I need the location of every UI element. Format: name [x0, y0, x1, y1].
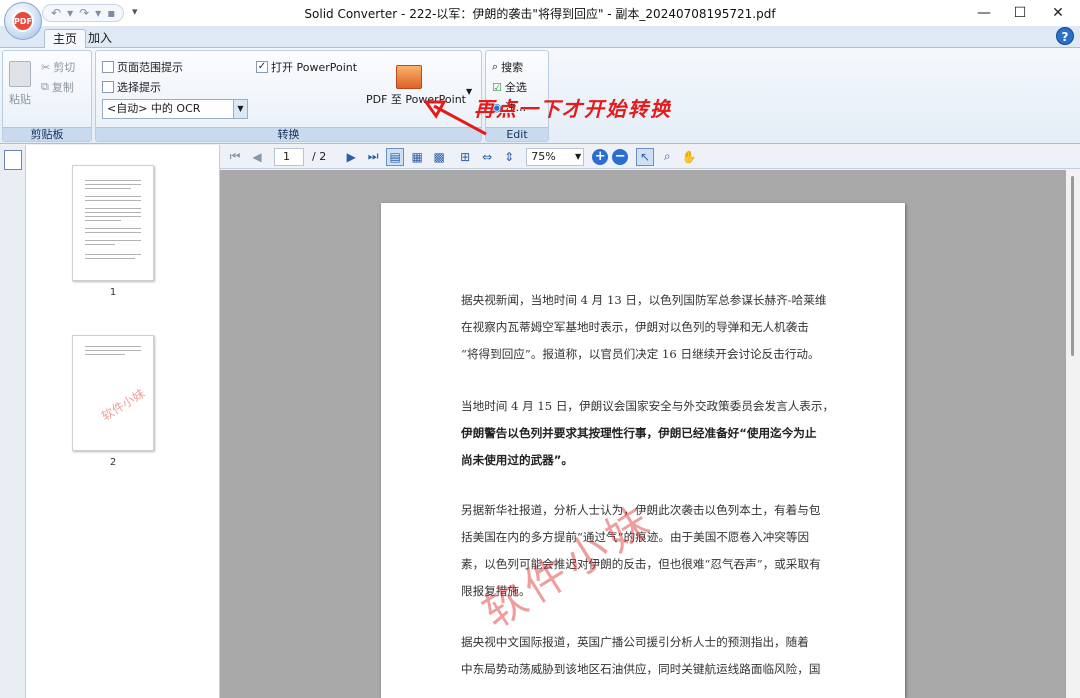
search-label: 搜索	[501, 61, 524, 74]
copy-label: 复制	[51, 81, 74, 94]
next-page-icon[interactable]: ▶	[342, 148, 360, 166]
search-button[interactable]: ⌕ 搜索	[492, 59, 523, 75]
checkmark-icon: ✓	[256, 61, 268, 73]
page-thumbnail[interactable]: 软件小妹	[72, 335, 154, 451]
help-icon[interactable]: ?	[1056, 27, 1074, 45]
scissors-icon: ✂	[41, 60, 51, 74]
text-line: 据央视新闻，当地时间 4 月 13 日，以色列国防军总参谋长赫齐-哈莱维	[461, 293, 827, 307]
checkbox-icon	[102, 81, 114, 93]
annotation-text: 再点一下才开始转换	[474, 97, 672, 121]
chevron-down-icon[interactable]: ▼	[466, 87, 472, 96]
paragraph: 据央视新闻，当地时间 4 月 13 日，以色列国防军总参谋长赫齐-哈莱维 在视察…	[461, 287, 829, 368]
binoculars-icon: ⌕	[492, 60, 499, 73]
text-line: 据央视中文国际报道，英国广播公司援引分析人士的预测指出，随着	[461, 635, 809, 649]
ribbon-tabs: 主页 加入	[0, 26, 1080, 48]
zoom-out-icon[interactable]: −	[612, 148, 629, 165]
copy-button[interactable]: ⧉ 复制	[41, 79, 74, 95]
paste-icon	[9, 61, 31, 87]
clipboard-group-label: 剪贴板	[3, 127, 91, 141]
zoom-value: 75%	[531, 149, 556, 163]
navigation-toolbar: ⏮ ◀ 1 / 2 ▶ ⏭ ▤ ▦ ▩ ⊞ ⇔ ⇕ 75% ▼ + − ↖ ⌕ …	[220, 145, 1080, 169]
ocr-select[interactable]: <自动> 中的 OCR ▼	[102, 99, 248, 119]
thumbnails-panel: 1 软件小妹 2	[26, 145, 220, 698]
thumbnail-page-number: 1	[109, 287, 117, 298]
text-line: 中东局势动荡威胁到该地区石油供应，同时关键航运线路面临风险，国	[461, 662, 821, 676]
cut-label: 剪切	[53, 61, 76, 74]
paragraph: 当地时间 4 月 15 日，伊朗议会国家安全与外交政策委员会发言人表示，	[461, 393, 835, 420]
chevron-down-icon: ▼	[233, 100, 247, 118]
select-hint-checkbox[interactable]: 选择提示	[102, 79, 161, 95]
text-line: 在视察内瓦蒂姆空军基地时表示，伊朗对以色列的导弹和无人机袭击	[461, 320, 809, 334]
text-line: 当地时间 4 月 15 日，伊朗议会国家安全与外交政策委员会发言人表示，	[461, 399, 835, 413]
facing-view-icon[interactable]: ▩	[430, 148, 448, 166]
cut-button[interactable]: ✂ 剪切	[41, 59, 75, 75]
tab-add[interactable]: 加入	[80, 29, 120, 48]
text-line: 尚未使用过的武器”。	[461, 453, 573, 467]
total-pages: / 2	[312, 150, 327, 163]
window-title: Solid Converter - 222-以军：伊朗的袭击"将得到回应" - …	[304, 7, 776, 21]
thumbnail-page-number: 2	[109, 457, 117, 468]
zoom-tool-icon[interactable]: ⌕	[658, 148, 676, 166]
fit-page-icon[interactable]: ⊞	[456, 148, 474, 166]
open-powerpoint-label: 打开 PowerPoint	[271, 61, 358, 74]
zoom-in-icon[interactable]: +	[592, 148, 609, 165]
minimize-button[interactable]: —	[966, 2, 1002, 24]
continuous-view-icon[interactable]: ▦	[408, 148, 426, 166]
page-range-hint-checkbox[interactable]: 页面范围提示	[102, 59, 183, 75]
last-page-icon[interactable]: ⏭	[364, 148, 382, 166]
close-button[interactable]: ✕	[1040, 2, 1076, 24]
title-bar: ↶ ▾ ↷ ▾ ▪ ▾ Solid Converter - 222-以军：伊朗的…	[0, 0, 1080, 26]
powerpoint-convert-icon	[396, 65, 422, 89]
vertical-scrollbar[interactable]	[1066, 170, 1080, 698]
text-line: “将得到回应”。报道称，以官员们决定 16 日继续开会讨论反击行动。	[461, 347, 820, 361]
select-all-icon: ☑	[492, 80, 502, 94]
copy-icon: ⧉	[41, 80, 49, 93]
ocr-select-value: <自动> 中的 OCR	[107, 102, 201, 115]
maximize-button[interactable]: ☐	[1002, 2, 1038, 24]
hand-tool-icon[interactable]: ✋	[680, 148, 698, 166]
fit-height-icon[interactable]: ⇕	[500, 148, 518, 166]
paste-button[interactable]: 粘贴	[9, 91, 31, 107]
open-powerpoint-checkbox[interactable]: ✓ 打开 PowerPoint	[256, 59, 357, 75]
paragraph-bold: 伊朗警告以色列并要求其按理性行事，伊朗已经准备好“使用迄今为止 尚未使用过的武器…	[461, 420, 829, 474]
pages-panel-icon[interactable]	[4, 150, 22, 170]
document-page: 据央视新闻，当地时间 4 月 13 日，以色列国防军总参谋长赫齐-哈莱维 在视察…	[381, 203, 905, 698]
page-number-input[interactable]: 1	[274, 147, 304, 166]
document-view[interactable]: 据央视新闻，当地时间 4 月 13 日，以色列国防军总参谋长赫齐-哈莱维 在视察…	[220, 170, 1066, 698]
thumbnail-watermark: 软件小妹	[99, 386, 148, 424]
side-tool-strip	[0, 145, 26, 698]
fit-width-icon[interactable]: ⇔	[478, 148, 496, 166]
app-logo-icon: PDF	[12, 10, 34, 32]
app-menu-button[interactable]: PDF	[4, 2, 42, 40]
first-page-icon[interactable]: ⏮	[226, 148, 244, 166]
page-thumbnail[interactable]	[72, 165, 154, 281]
zoom-select[interactable]: 75% ▼	[526, 147, 585, 166]
select-cursor-icon[interactable]: ↖	[636, 147, 655, 166]
text-line: 伊朗警告以色列并要求其按理性行事，伊朗已经准备好“使用迄今为止	[461, 426, 817, 440]
previous-page-icon[interactable]: ◀	[248, 148, 266, 166]
single-page-view-icon[interactable]: ▤	[386, 147, 405, 166]
page-range-hint-label: 页面范围提示	[117, 61, 183, 74]
clipboard-group: 粘贴 ✂ 剪切 ⧉ 复制 剪贴板	[2, 50, 92, 142]
edit-group-label: Edit	[486, 127, 548, 141]
checkbox-icon	[102, 61, 114, 73]
chevron-down-icon: ▼	[575, 151, 582, 161]
paragraph: 据央视中文国际报道，英国广播公司援引分析人士的预测指出，随着 中东局势动荡威胁到…	[461, 629, 829, 683]
scrollbar-thumb[interactable]	[1071, 176, 1074, 356]
select-hint-label: 选择提示	[117, 81, 161, 94]
